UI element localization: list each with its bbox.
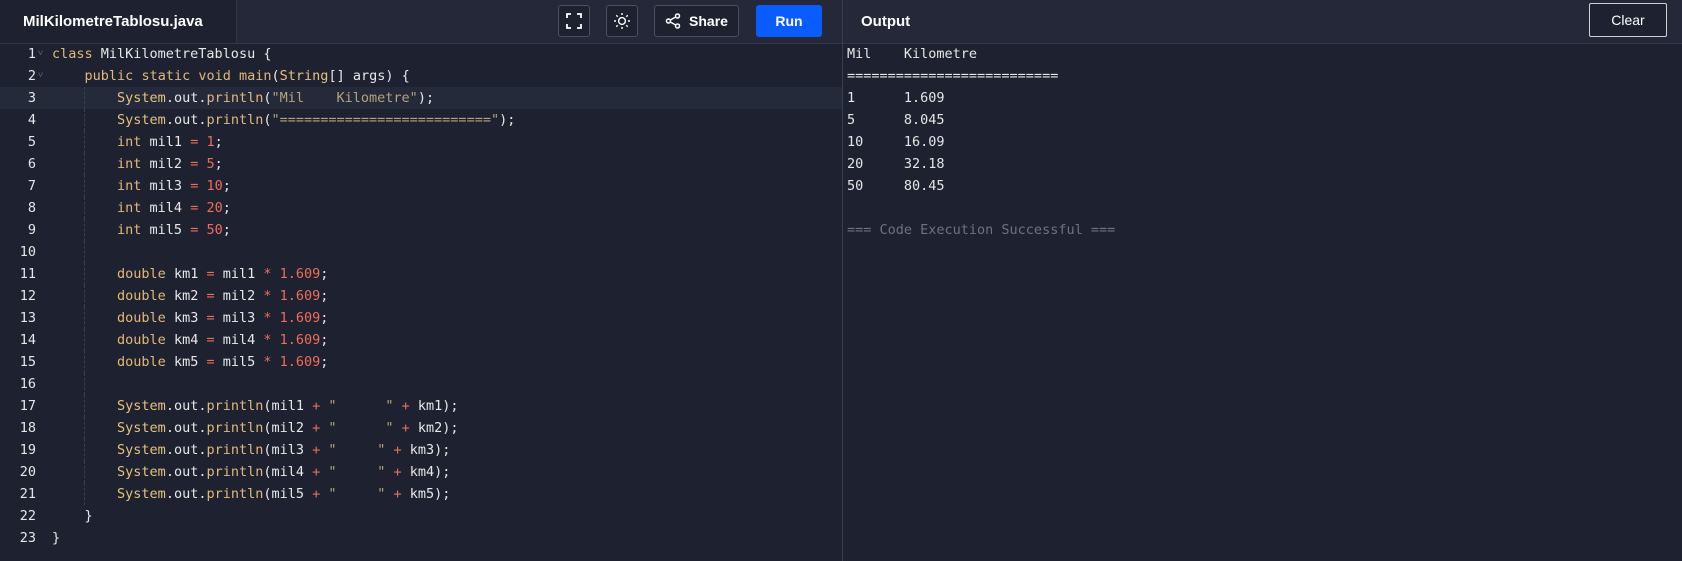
clear-button[interactable]: Clear	[1589, 3, 1667, 37]
line-number: 15	[19, 354, 36, 370]
code-text: int mil3 = 10;	[117, 178, 231, 194]
line-number: 5	[27, 134, 36, 150]
line-number: 18	[19, 420, 36, 436]
line-number: 13	[19, 310, 36, 326]
code-text: class MilKilometreTablosu {	[52, 46, 272, 62]
code-line[interactable]: 15 double km5 = mil5 * 1.609;	[0, 351, 842, 373]
line-number: 11	[19, 266, 36, 282]
fold-arrow-icon[interactable]: ˅	[38, 43, 43, 65]
code-line[interactable]: 11 double km1 = mil1 * 1.609;	[0, 263, 842, 285]
code-line[interactable]: 20 System.out.println(mil4 + " " + km4);	[0, 461, 842, 483]
code-line[interactable]: 8 int mil4 = 20;	[0, 197, 842, 219]
indent-guide	[84, 241, 86, 263]
code-text: }	[52, 530, 61, 546]
code-text: System.out.println("====================…	[117, 112, 516, 128]
output-title: Output	[861, 13, 911, 30]
code-text: System.out.println(mil2 + " " + km2);	[117, 420, 459, 436]
fullscreen-icon	[566, 13, 582, 29]
code-line[interactable]: 16	[0, 373, 842, 395]
fullscreen-button[interactable]	[558, 5, 590, 37]
share-icon	[665, 13, 681, 29]
compiler-app: MilKilometreTablosu.java Share Run 1 ˅ c…	[0, 0, 1682, 561]
output-line: 20 32.18	[847, 156, 945, 172]
line-number: 3	[27, 90, 36, 106]
editor-pane: MilKilometreTablosu.java Share Run 1 ˅ c…	[0, 0, 842, 561]
line-number: 19	[19, 442, 36, 458]
code-line[interactable]: 13 double km3 = mil3 * 1.609;	[0, 307, 842, 329]
code-text: int mil2 = 5;	[117, 156, 223, 172]
code-text: System.out.println("Mil Kilometre");	[117, 90, 435, 106]
line-number: 4	[27, 112, 36, 128]
code-text: double km2 = mil2 * 1.609;	[117, 288, 329, 304]
output-line: ==========================	[847, 68, 1059, 84]
code-text: int mil1 = 1;	[117, 134, 223, 150]
indent-guide	[84, 373, 86, 395]
line-number: 21	[19, 486, 36, 502]
code-line[interactable]: 1 ˅ class MilKilometreTablosu {	[0, 43, 842, 65]
editor-toolbar: MilKilometreTablosu.java Share Run	[0, 0, 842, 44]
output-line: 10 16.09	[847, 134, 945, 150]
line-number: 6	[27, 156, 36, 172]
line-number: 23	[19, 530, 36, 546]
output-pane: Output Clear Mil Kilometre ==============…	[843, 0, 1682, 561]
output-console: Mil Kilometre ========================== 1…	[847, 43, 1677, 241]
code-text: int mil4 = 20;	[117, 200, 231, 216]
output-header: Output Clear	[843, 0, 1682, 44]
code-line[interactable]: 2 ˅ public static void main(String[] args…	[0, 65, 842, 87]
line-number: 20	[19, 464, 36, 480]
output-line: 5 8.045	[847, 112, 945, 128]
code-line[interactable]: 14 double km4 = mil4 * 1.609;	[0, 329, 842, 351]
code-text: int mil5 = 50;	[117, 222, 231, 238]
sun-icon	[613, 12, 631, 30]
code-text: double km4 = mil4 * 1.609;	[117, 332, 329, 348]
output-line: 50 80.45	[847, 178, 945, 194]
code-line[interactable]: 22 }	[0, 505, 842, 527]
line-number: 8	[27, 200, 36, 216]
code-text: double km1 = mil1 * 1.609;	[117, 266, 329, 282]
code-line[interactable]: 5 int mil1 = 1;	[0, 131, 842, 153]
code-text: double km3 = mil3 * 1.609;	[117, 310, 329, 326]
line-number: 10	[19, 244, 36, 260]
theme-toggle-button[interactable]	[606, 5, 638, 37]
fold-arrow-icon[interactable]: ˅	[38, 65, 43, 87]
file-tab[interactable]: MilKilometreTablosu.java	[0, 0, 237, 43]
code-text: System.out.println(mil1 + " " + km1);	[117, 398, 459, 414]
code-text: }	[52, 508, 93, 524]
code-line[interactable]: 12 double km2 = mil2 * 1.609;	[0, 285, 842, 307]
code-text: double km5 = mil5 * 1.609;	[117, 354, 329, 370]
code-line[interactable]: 10	[0, 241, 842, 263]
share-button[interactable]: Share	[654, 5, 739, 37]
code-text: System.out.println(mil4 + " " + km4);	[117, 464, 451, 480]
line-number: 2	[27, 68, 36, 84]
line-number: 16	[19, 376, 36, 392]
file-name: MilKilometreTablosu.java	[23, 13, 203, 30]
code-line[interactable]: 4 System.out.println("==================…	[0, 109, 842, 131]
code-line[interactable]: 23}	[0, 527, 842, 549]
share-label: Share	[689, 13, 728, 29]
line-number: 14	[19, 332, 36, 348]
run-button[interactable]: Run	[756, 5, 822, 37]
code-line[interactable]: 9 int mil5 = 50;	[0, 219, 842, 241]
line-number: 17	[19, 398, 36, 414]
code-line[interactable]: 17 System.out.println(mil1 + " " + km1);	[0, 395, 842, 417]
code-line[interactable]: 21 System.out.println(mil5 + " " + km5);	[0, 483, 842, 505]
code-text: System.out.println(mil3 + " " + km3);	[117, 442, 451, 458]
code-text: public static void main(String[] args) {	[84, 68, 410, 84]
code-line[interactable]: 19 System.out.println(mil3 + " " + km3);	[0, 439, 842, 461]
code-editor[interactable]: 1 ˅ class MilKilometreTablosu { 2 ˅ public s…	[0, 43, 842, 561]
code-line[interactable]: 3 System.out.println("Mil Kilometre");	[0, 87, 842, 109]
line-number: 12	[19, 288, 36, 304]
code-text: System.out.println(mil5 + " " + km5);	[117, 486, 451, 502]
code-line[interactable]: 18 System.out.println(mil2 + " " + km2);	[0, 417, 842, 439]
code-line[interactable]: 6 int mil2 = 5;	[0, 153, 842, 175]
line-number: 22	[19, 508, 36, 524]
code-line[interactable]: 7 int mil3 = 10;	[0, 175, 842, 197]
line-number: 9	[27, 222, 36, 238]
output-line: Mil Kilometre	[847, 46, 978, 62]
line-number: 7	[27, 178, 36, 194]
output-line: === Code Execution Successful ===	[847, 222, 1116, 238]
line-number: 1	[27, 46, 36, 62]
output-line: 1 1.609	[847, 90, 945, 106]
